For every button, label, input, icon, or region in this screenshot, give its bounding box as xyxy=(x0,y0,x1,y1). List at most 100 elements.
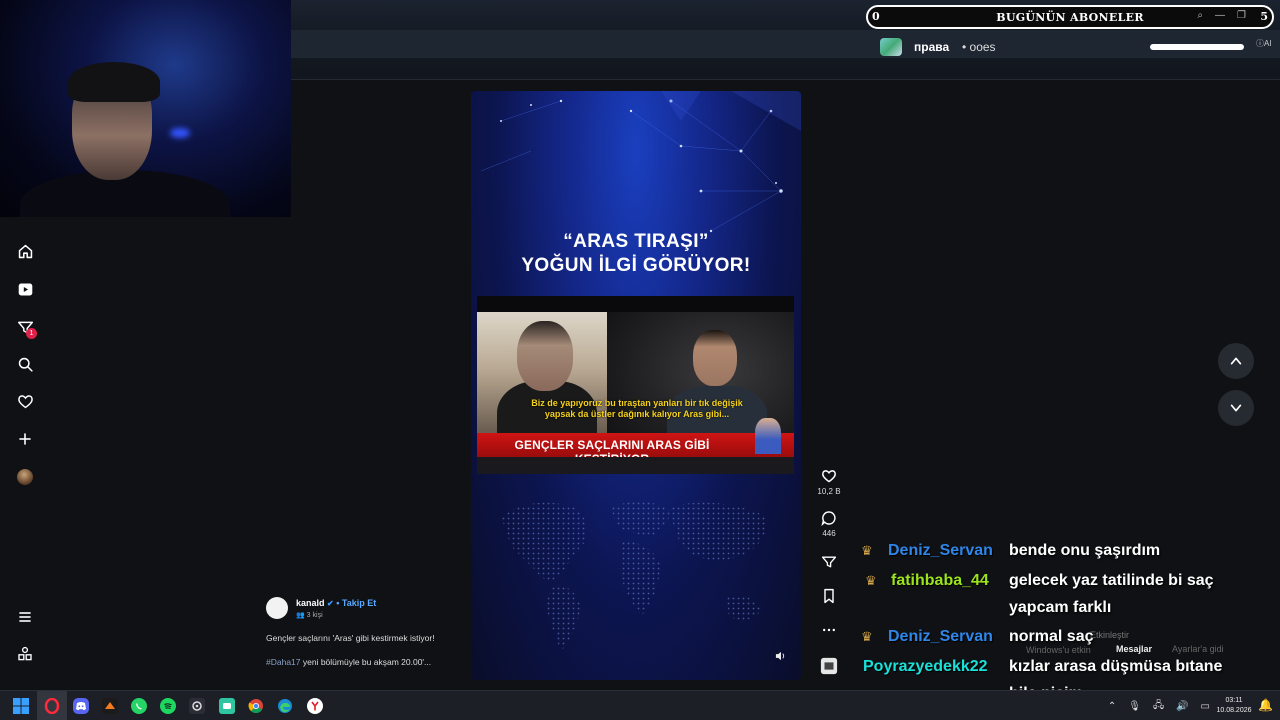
share-button[interactable] xyxy=(812,554,846,572)
messaging-app-icon[interactable] xyxy=(219,698,235,714)
news-caption: Biz de yapıyoruz bu tıraştan yanları bir… xyxy=(497,398,777,420)
comment-icon xyxy=(812,510,846,528)
screen: 0 BUGÜNÜN ABONELER ⌕ — ❐ 5 права • ооеѕ … xyxy=(0,0,1280,720)
viewer-count-text: 3 kişi xyxy=(306,612,323,619)
video-player[interactable]: “ARAS TIRAŞI” YOĞUN İLGİ GÖRÜYOR! Biz de… xyxy=(471,91,801,680)
post-description: Gençler saçlarını 'Aras' gibi kestirmek … xyxy=(266,633,435,643)
comment-button[interactable]: 446 xyxy=(812,510,846,538)
chat-username: Deniz_Servan xyxy=(888,542,993,559)
heart-icon[interactable] xyxy=(14,390,36,412)
hashtag-line-text: yeni bölümüyle bu akşam 20.00'... xyxy=(300,657,432,667)
profile-avatar[interactable] xyxy=(17,469,33,485)
video-headline-line-1: “ARAS TIRAŞI” xyxy=(563,231,709,252)
heart-icon xyxy=(812,468,846,486)
windows-taskbar: ⌃ 🎙 🖧 🔊 ▭ 03:11 10.08.2026 🔔 xyxy=(0,690,1280,720)
search-icon[interactable] xyxy=(14,353,36,375)
search-icon[interactable]: ⌕ xyxy=(1197,10,1203,21)
left-sidebar: 1 xyxy=(0,230,50,680)
clock-time: 03:11 xyxy=(1225,697,1243,704)
network-icon[interactable]: 🖧 xyxy=(1153,698,1164,715)
microphone-icon[interactable]: 🎙 xyxy=(1128,701,1141,712)
follow-button[interactable]: Takip Et xyxy=(342,598,376,608)
ai-label: ⓘAI xyxy=(1256,39,1272,48)
crown-icon: ♛ xyxy=(861,543,873,558)
people-icon: 👥 xyxy=(296,612,305,619)
whatsapp-icon[interactable] xyxy=(131,698,147,714)
speaker-icon[interactable]: 🔊 xyxy=(1176,701,1188,712)
follow-separator: • xyxy=(336,598,340,608)
system-tray: ⌃ 🎙 🖧 🔊 ▭ xyxy=(1108,691,1210,720)
spotify-icon[interactable] xyxy=(160,698,176,714)
more-icon xyxy=(812,622,846,640)
minimize-icon[interactable]: — xyxy=(1215,10,1225,21)
chat-text: bende onu şaşırdım xyxy=(1009,542,1161,559)
discord-icon[interactable] xyxy=(73,698,89,714)
subscribers-overlay: 0 BUGÜNÜN ABONELER ⌕ — ❐ 5 xyxy=(866,5,1274,29)
settings-app-icon[interactable] xyxy=(189,698,205,714)
activation-heading: Etkinleştir xyxy=(1090,630,1130,640)
media-subtitle: • ооеѕ xyxy=(962,40,996,54)
comment-count: 446 xyxy=(822,529,836,538)
home-icon[interactable] xyxy=(14,240,36,262)
yandex-browser-icon[interactable] xyxy=(307,698,323,714)
chat-username: fatihbaba_44 xyxy=(891,572,989,589)
chat-text: normal saç xyxy=(1009,628,1094,645)
media-title: права xyxy=(914,40,950,54)
video-headline-line-2: YOĞUN İLGİ GÖRÜYOR! xyxy=(521,255,751,276)
news-caption-line-1: Biz de yapıyoruz bu tıraştan yanları bir… xyxy=(531,398,743,408)
chat-text: gelecek yaz tatilinde bi saç xyxy=(1009,572,1214,589)
chrome-icon[interactable] xyxy=(248,698,264,714)
post-hashtag-line: #Daha17 yeni bölümüyle bu akşam 20.00'..… xyxy=(266,657,431,667)
crown-icon: ♛ xyxy=(861,629,873,644)
webcam-overlay xyxy=(0,0,291,217)
media-thumbnail xyxy=(880,38,902,56)
viewer-count: 👥 3 kişi xyxy=(296,611,323,619)
music-disc-button[interactable] xyxy=(812,657,846,675)
channel-username[interactable]: kanald xyxy=(296,598,325,608)
notification-badge: 1 xyxy=(26,328,37,339)
battery-icon[interactable]: ▭ xyxy=(1201,701,1210,712)
crown-icon: ♛ xyxy=(865,573,877,588)
add-icon[interactable] xyxy=(14,428,36,450)
chevron-up-icon xyxy=(1230,357,1242,365)
hashtag-link[interactable]: #Daha17 xyxy=(266,657,301,667)
share-icon xyxy=(812,554,846,572)
edge-icon[interactable] xyxy=(277,698,293,714)
chat-username: Deniz_Servan xyxy=(888,628,993,645)
video-icon[interactable] xyxy=(14,278,36,300)
like-button[interactable]: 10,2 B xyxy=(812,468,846,496)
world-map-graphic xyxy=(501,502,767,651)
chat-text: kızlar arasa düşmüsa bıtane xyxy=(1009,658,1223,675)
opera-gx-icon[interactable] xyxy=(44,698,60,714)
news-clip: Biz de yapıyoruz bu tıraştan yanları bir… xyxy=(477,296,794,474)
filter-icon[interactable]: 1 xyxy=(14,316,37,339)
menu-icon[interactable] xyxy=(14,606,36,628)
clock-date: 10.08.2026 xyxy=(1216,707,1252,714)
verified-icon: ✔ xyxy=(327,599,334,608)
apps-icon[interactable] xyxy=(14,643,36,665)
sign-language-interpreter xyxy=(755,418,781,454)
next-video-button[interactable] xyxy=(1218,390,1254,426)
channel-avatar[interactable] xyxy=(266,597,288,619)
activation-line: Windows'u etkin xyxy=(1026,645,1091,655)
news-caption-line-2: yapsak da üstler dağınık kalıyor Aras gi… xyxy=(544,409,730,419)
window-controls: ⌕ — ❐ xyxy=(1197,10,1246,21)
video-action-column: 10,2 B 446 xyxy=(812,462,846,682)
messages-label[interactable]: Mesajlar xyxy=(1116,644,1152,654)
windows-start-icon[interactable] xyxy=(13,698,29,714)
media-mini-player: права • ооеѕ ⓘAI xyxy=(876,36,1276,58)
media-progress-bar[interactable] xyxy=(1150,44,1244,50)
taskbar-clock[interactable]: 03:11 10.08.2026 xyxy=(1212,696,1256,716)
settings-link: Ayarlar'a gidi xyxy=(1172,644,1224,654)
streaming-app-icon[interactable] xyxy=(102,698,118,714)
chat-username: Poyrazyedekk22 xyxy=(863,658,988,675)
like-count: 10,2 B xyxy=(817,487,841,496)
subscribers-right-value: 5 xyxy=(1260,10,1268,23)
previous-video-button[interactable] xyxy=(1218,343,1254,379)
volume-icon[interactable] xyxy=(775,651,786,664)
chevron-up-icon[interactable]: ⌃ xyxy=(1108,701,1116,712)
notification-bell-icon[interactable]: 🔔 xyxy=(1258,698,1273,712)
restore-icon[interactable]: ❐ xyxy=(1237,10,1246,21)
more-button[interactable] xyxy=(812,622,846,640)
bookmark-button[interactable] xyxy=(812,588,846,606)
